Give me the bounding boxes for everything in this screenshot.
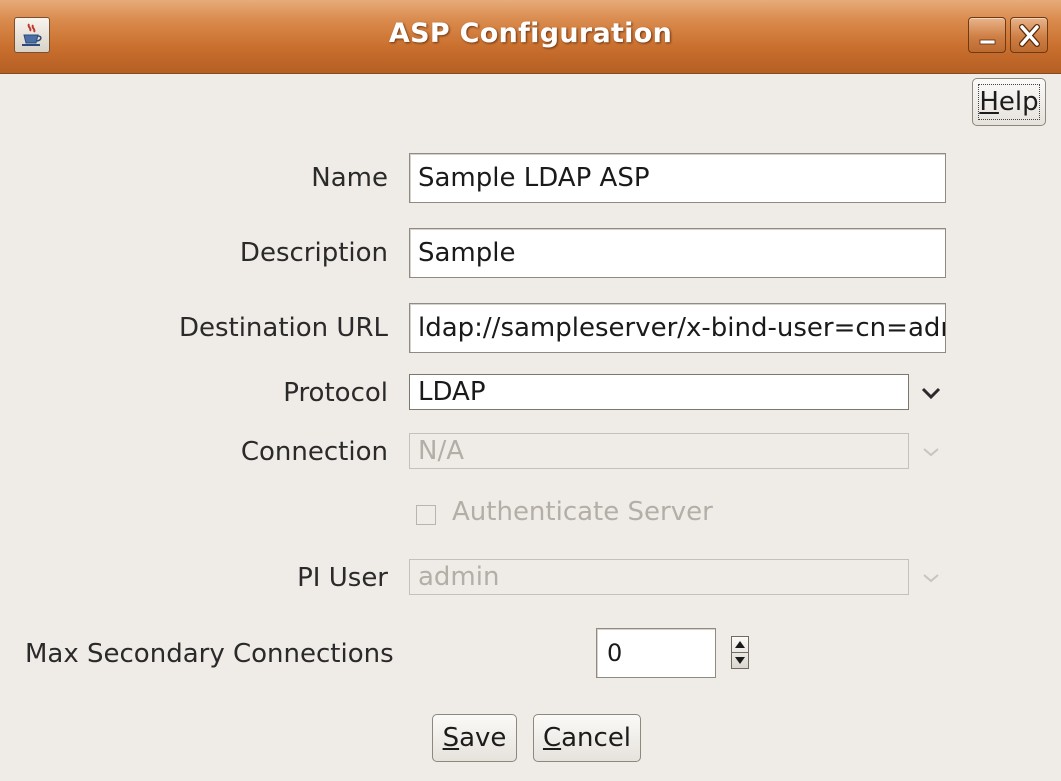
pi-user-label: PI User xyxy=(297,563,388,593)
name-field[interactable]: Sample LDAP ASP xyxy=(409,153,946,203)
window-title: ASP Configuration xyxy=(388,18,673,49)
protocol-label: Protocol xyxy=(283,378,388,408)
description-field[interactable]: Sample xyxy=(409,228,946,278)
connection-select: N/A xyxy=(409,433,909,469)
chevron-down-icon xyxy=(923,448,939,457)
close-icon xyxy=(1019,24,1040,47)
help-button[interactable]: Help xyxy=(972,78,1046,126)
close-button[interactable] xyxy=(1010,17,1048,53)
minimize-button[interactable] xyxy=(968,17,1006,53)
minimize-icon xyxy=(979,39,996,45)
asp-configuration-dialog: ASP Configuration Help Name Sample LDAP … xyxy=(0,0,1061,781)
spinner-down-icon[interactable] xyxy=(732,653,748,669)
authenticate-server-label: Authenticate Server xyxy=(452,497,713,527)
spinner-buttons[interactable] xyxy=(731,636,749,669)
save-label: ave xyxy=(459,723,507,753)
cancel-label: ancel xyxy=(561,723,632,753)
connection-label: Connection xyxy=(240,437,388,467)
destination-url-label: Destination URL xyxy=(178,313,388,343)
title-bar[interactable]: ASP Configuration xyxy=(0,0,1061,74)
protocol-select[interactable]: LDAP xyxy=(409,374,909,410)
pi-user-select: admin xyxy=(409,559,909,595)
cancel-button[interactable]: Cancel xyxy=(533,714,641,762)
help-label: elp xyxy=(998,87,1039,117)
save-mnemonic: S xyxy=(442,723,460,753)
cancel-mnemonic: C xyxy=(542,723,562,753)
chevron-down-icon[interactable] xyxy=(916,378,946,408)
spinner-up-icon[interactable] xyxy=(732,637,748,652)
description-label: Description xyxy=(239,238,388,268)
authenticate-server-checkbox xyxy=(416,505,436,525)
chevron-down-icon xyxy=(923,574,939,583)
save-button[interactable]: Save xyxy=(432,714,517,762)
max-secondary-connections-field[interactable]: 0 xyxy=(596,628,716,678)
name-label: Name xyxy=(311,163,388,193)
destination-url-field[interactable]: ldap://sampleserver/x-bind-user=cn=adr xyxy=(409,303,946,353)
help-mnemonic: H xyxy=(979,87,999,117)
max-secondary-connections-label: Max Secondary Connections xyxy=(25,639,394,669)
